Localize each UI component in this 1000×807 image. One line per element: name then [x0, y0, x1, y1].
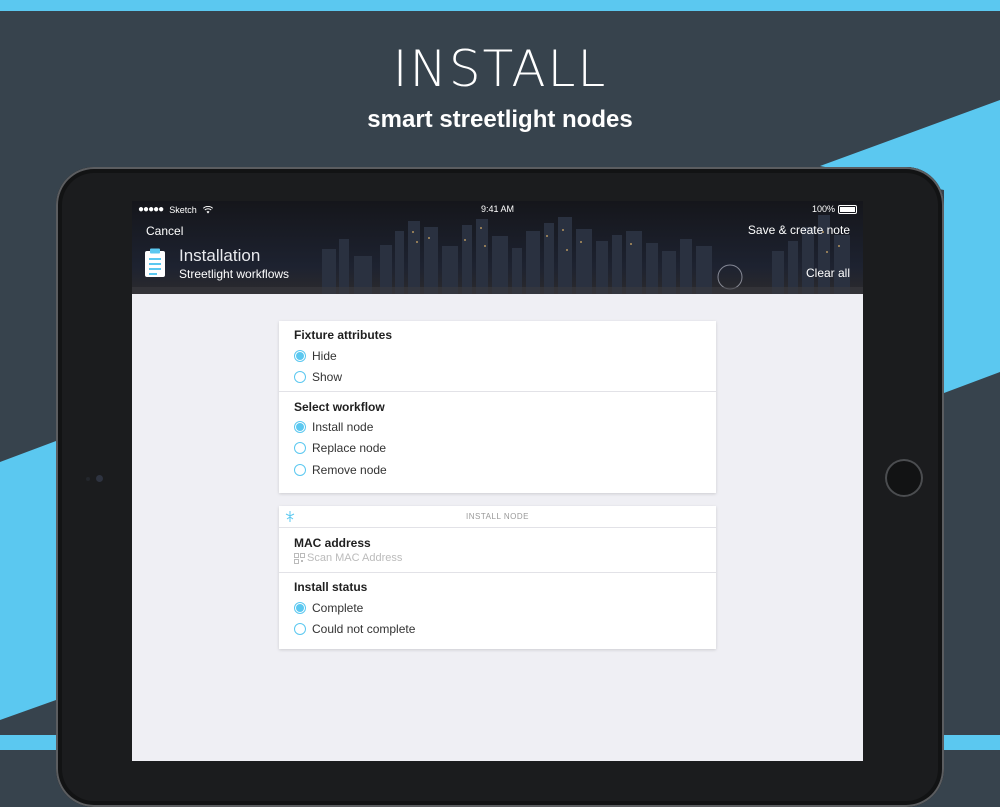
radio-label: Could not complete: [312, 622, 416, 636]
workflow-settings-card: Fixture attributes Hide Show Select work…: [279, 321, 716, 493]
status-option-could-not-complete[interactable]: Could not complete: [294, 622, 415, 636]
radio-label: Remove node: [312, 463, 387, 477]
fixture-attributes-label: Fixture attributes: [294, 328, 393, 342]
divider: [279, 572, 716, 573]
radio-label: Replace node: [312, 441, 387, 455]
battery-icon: [838, 204, 857, 214]
install-node-header-label: INSTALL NODE: [466, 512, 529, 521]
camera-lens: [96, 475, 103, 482]
page-title: Installation: [179, 246, 261, 265]
radio-label: Complete: [312, 601, 364, 615]
node-icon: [285, 511, 295, 522]
radio-selected-icon[interactable]: [294, 602, 306, 614]
camera-sensor: [86, 477, 90, 481]
radio-selected-icon[interactable]: [294, 350, 306, 362]
scan-mac-field[interactable]: Scan MAC Address: [294, 552, 402, 564]
radio-selected-icon[interactable]: [294, 421, 306, 433]
fixture-option-show[interactable]: Show: [294, 370, 342, 384]
radio-unselected-icon[interactable]: [294, 371, 306, 383]
scan-mac-placeholder: Scan MAC Address: [307, 552, 403, 564]
cancel-button[interactable]: Cancel: [146, 224, 183, 238]
mac-address-label: MAC address: [294, 536, 371, 550]
workflow-option-remove[interactable]: Remove node: [294, 463, 387, 477]
radio-unselected-icon[interactable]: [294, 623, 306, 635]
radio-label: Hide: [312, 349, 337, 363]
install-node-card: INSTALL NODE MAC address Scan MAC Addres…: [279, 506, 716, 649]
workflow-option-install[interactable]: Install node: [294, 420, 373, 434]
promo-subtitle: smart streetlight nodes: [367, 106, 633, 133]
home-button[interactable]: [885, 459, 923, 497]
status-time: 9:41 AM: [480, 204, 515, 214]
qr-code-icon: [294, 552, 305, 564]
install-status-label: Install status: [294, 580, 368, 594]
radio-unselected-icon[interactable]: [294, 442, 306, 454]
app-header: ●●●●● Sketch 9:41 AM 100% Cancel Save & …: [132, 201, 863, 294]
fixture-option-hide[interactable]: Hide: [294, 349, 337, 363]
radio-label: Show: [312, 370, 343, 384]
battery-percent: 100%: [811, 204, 835, 214]
install-node-header: INSTALL NODE: [279, 506, 716, 528]
status-bar: ●●●●● Sketch 9:41 AM 100%: [138, 204, 857, 218]
page-subtitle: Streetlight workflows: [179, 267, 290, 281]
promo-title: INSTALL: [392, 40, 608, 98]
clipboard-icon: [145, 248, 165, 277]
save-create-note-button[interactable]: Save & create note: [748, 223, 850, 237]
workflow-option-replace[interactable]: Replace node: [294, 441, 386, 455]
status-option-complete[interactable]: Complete: [294, 601, 363, 615]
tablet-screen: ●●●●● Sketch 9:41 AM 100% Cancel Save & …: [132, 201, 863, 761]
radio-unselected-icon[interactable]: [294, 464, 306, 476]
radio-label: Install node: [312, 420, 374, 434]
select-workflow-label: Select workflow: [294, 400, 385, 414]
clear-all-button[interactable]: Clear all: [806, 266, 850, 280]
divider: [279, 391, 716, 392]
